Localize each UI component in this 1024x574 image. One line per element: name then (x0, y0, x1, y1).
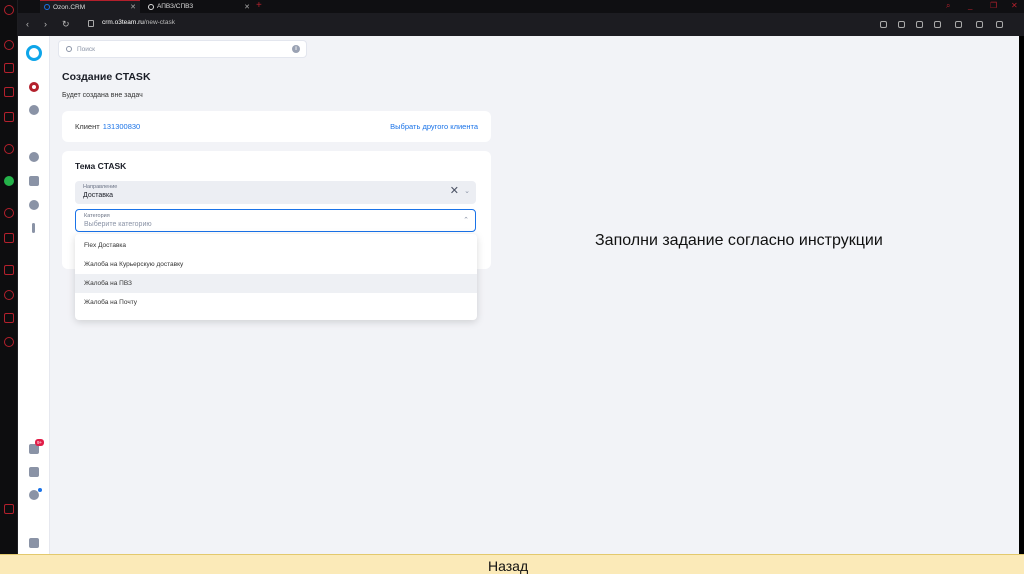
ozon-favicon-icon (44, 4, 50, 10)
settings-icon[interactable] (4, 337, 14, 347)
flame-icon[interactable] (4, 144, 14, 154)
send-icon[interactable] (4, 233, 14, 243)
chevron-down-icon[interactable]: ⌄ (464, 187, 470, 196)
back-button[interactable]: Назад (488, 558, 528, 574)
category-placeholder: Выберите категорию (84, 221, 152, 228)
new-tab-button[interactable]: + (256, 0, 262, 12)
more-icon[interactable] (32, 223, 35, 233)
bookmarks-icon[interactable] (880, 21, 887, 28)
direction-value: Доставка (83, 192, 114, 199)
option-post-complaint[interactable]: Жалоба на Почту (75, 293, 477, 312)
record-icon[interactable] (29, 82, 39, 92)
page-title: Создание CTASK (62, 71, 151, 83)
option-courier-complaint[interactable]: Жалоба на Курьерскую доставку (75, 255, 477, 274)
link-favicon-icon (148, 3, 154, 10)
tab-apvz[interactable]: АПВЗ/СПВЗ ✕ (144, 0, 254, 13)
wallet-icon[interactable] (4, 504, 14, 514)
app-rail: 9+ (18, 36, 50, 554)
category-select[interactable]: Категория Выберите категорию ⌃ (75, 209, 476, 232)
player-icon[interactable] (4, 208, 14, 218)
close-icon[interactable]: ✕ (130, 3, 136, 11)
screen: Ozon.CRM ✕ АПВЗ/СПВЗ ✕ + ⌕ _ ❐ ✕ ‹ › ↻ c… (0, 0, 1024, 574)
clock-icon[interactable] (4, 290, 14, 300)
search-box: i (58, 40, 307, 58)
lock-icon (88, 20, 94, 27)
close-window-icon[interactable]: ✕ (1011, 0, 1018, 11)
topic-title: Тема CTASK (75, 161, 127, 171)
chat-icon[interactable] (29, 467, 39, 477)
url-field[interactable]: crm.o3team.ru/new-ctask (102, 19, 175, 26)
tab-label: Ozon.CRM (53, 3, 86, 11)
category-label: Категория (84, 213, 110, 219)
tab-ozon-crm[interactable]: Ozon.CRM ✕ (40, 0, 140, 13)
instruction-text: Заполни задание согласно инструкции (595, 232, 883, 249)
direction-select[interactable]: Направление Доставка ✕ ⌄ (75, 181, 476, 204)
add-icon[interactable] (29, 105, 39, 115)
clear-icon[interactable]: ✕ (450, 185, 459, 197)
crm-app: 9+ i Создание CTASK Будет создана вне за… (18, 36, 1019, 554)
user-icon[interactable] (29, 152, 39, 162)
tab-bar: Ozon.CRM ✕ АПВЗ/СПВЗ ✕ + ⌕ _ ❐ ✕ (18, 0, 1024, 13)
heart-icon[interactable] (4, 265, 14, 275)
option-flex-delivery[interactable]: Flex Доставка (75, 236, 477, 255)
inbox-icon[interactable] (29, 176, 39, 186)
chevron-up-icon[interactable]: ⌃ (463, 216, 469, 225)
forward-icon[interactable]: › (44, 18, 47, 30)
option-pvz-complaint[interactable]: Жалоба на ПВЗ (75, 274, 477, 293)
search-tabs-icon[interactable]: ⌕ (946, 0, 950, 11)
screenshot-icon[interactable] (916, 21, 923, 28)
opera-logo-icon[interactable] (4, 5, 14, 15)
downloads-icon[interactable] (976, 21, 983, 28)
logout-icon[interactable] (29, 538, 39, 548)
reload-icon[interactable]: ↻ (62, 18, 70, 30)
megaphone-icon[interactable] (29, 200, 39, 210)
whatsapp-icon[interactable] (4, 176, 14, 186)
menu-icon[interactable] (996, 21, 1003, 28)
browser-sidebar (0, 0, 18, 554)
tab-label: АПВЗ/СПВЗ (157, 3, 194, 10)
news-icon[interactable] (4, 112, 14, 122)
client-card: Клиент 131300830 Выбрать другого клиента (62, 111, 491, 142)
notification-badge: 9+ (35, 439, 45, 446)
extensions-icon[interactable] (955, 21, 962, 28)
bottom-bar: Назад (0, 554, 1024, 574)
twitch-icon[interactable] (4, 87, 14, 97)
search-input[interactable] (77, 44, 277, 55)
address-bar: ‹ › ↻ crm.o3team.ru/new-ctask (18, 13, 1024, 36)
category-dropdown: Flex Доставка Жалоба на Курьерскую доста… (75, 234, 477, 320)
minimize-icon[interactable]: _ (968, 0, 972, 11)
home-icon[interactable] (29, 490, 39, 500)
page-subtitle: Будет создана вне задач (62, 92, 143, 99)
search-icon (66, 46, 72, 52)
client-id-link[interactable]: 131300830 (103, 122, 141, 131)
status-dot (38, 488, 42, 492)
ozon-logo-icon[interactable] (26, 45, 42, 61)
speed-dial-icon[interactable] (4, 40, 14, 50)
change-client-link[interactable]: Выбрать другого клиента (390, 122, 478, 131)
client-label: Клиент (75, 122, 100, 131)
scrollbar[interactable] (1014, 66, 1019, 554)
send-icon[interactable] (934, 21, 941, 28)
cube-icon[interactable] (4, 313, 14, 323)
maximize-icon[interactable]: ❐ (990, 0, 997, 11)
camera-icon[interactable] (898, 21, 905, 28)
direction-label: Направление (83, 184, 118, 190)
close-icon[interactable]: ✕ (244, 3, 250, 11)
back-icon[interactable]: ‹ (26, 18, 29, 30)
shopping-bag-icon[interactable] (4, 63, 14, 73)
client-info: Клиент 131300830 (75, 122, 140, 131)
info-icon[interactable]: i (292, 45, 300, 53)
